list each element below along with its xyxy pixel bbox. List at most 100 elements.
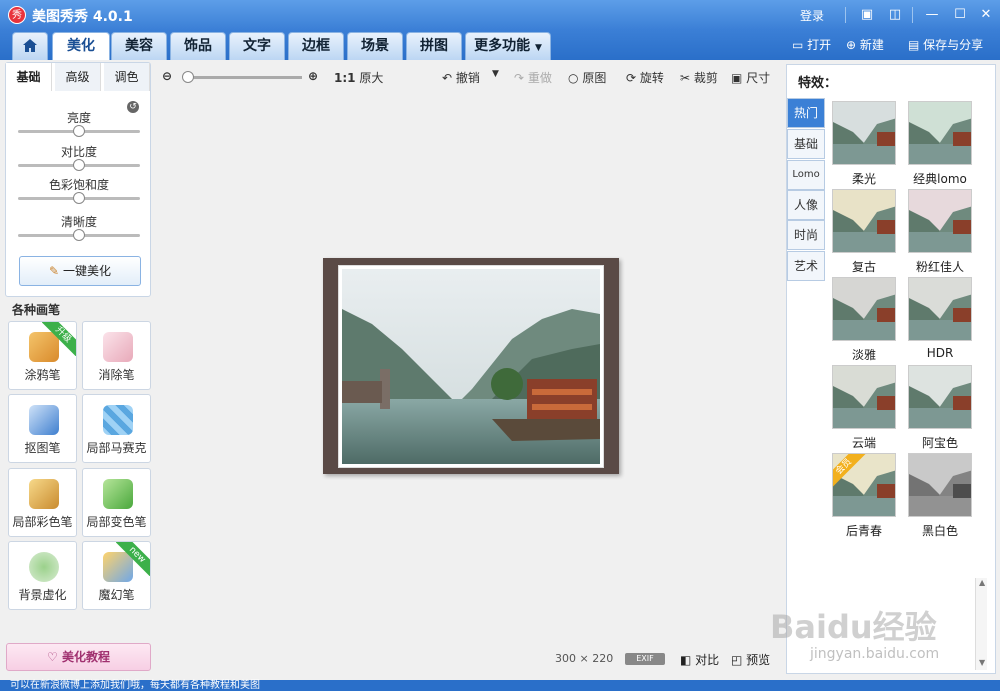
- rotate-button[interactable]: ⟳ 旋转: [626, 69, 664, 86]
- brush-eraser[interactable]: 消除笔: [82, 321, 151, 390]
- hand-icon: ♡: [47, 650, 58, 664]
- effect-category-hot[interactable]: 热门: [787, 98, 825, 128]
- tutorial-label: 美化教程: [61, 650, 110, 664]
- brush-bg-blur[interactable]: 背景虚化: [8, 541, 77, 610]
- crop-label: 裁剪: [693, 71, 718, 85]
- effect-thumbnail[interactable]: [832, 101, 896, 165]
- eraser-icon: [103, 332, 133, 362]
- minimize-icon[interactable]: —: [922, 5, 942, 25]
- effects-scrollbar[interactable]: ▲ ▼: [975, 578, 987, 670]
- photo-canvas[interactable]: [342, 269, 600, 464]
- message-icon[interactable]: ▣: [857, 5, 877, 25]
- tab-home[interactable]: [12, 32, 48, 60]
- effect-category-portrait[interactable]: 人像: [787, 190, 825, 220]
- undo-button[interactable]: ↶ 撤销: [442, 69, 480, 86]
- effect-label: 经典lomo: [913, 172, 967, 186]
- subtab-advanced[interactable]: 高级: [55, 63, 101, 91]
- member-badge: 会员: [833, 454, 867, 488]
- zoom-in-icon[interactable]: ⊕: [308, 69, 318, 83]
- one-click-beautify-button[interactable]: ✎ 一键美化: [19, 256, 141, 286]
- effect-category-fashion[interactable]: 时尚: [787, 220, 825, 250]
- effect-thumbnail[interactable]: [908, 453, 972, 517]
- tutorial-button[interactable]: ♡ 美化教程: [6, 643, 151, 671]
- saturation-knob[interactable]: [73, 192, 85, 204]
- zoom-knob[interactable]: [182, 71, 194, 83]
- brush-label: 涂鸦笔: [24, 368, 61, 382]
- tab-border[interactable]: 边框: [288, 32, 344, 60]
- blur-icon: [29, 552, 59, 582]
- preview-button[interactable]: ◰ 预览: [731, 651, 770, 668]
- scroll-down-icon[interactable]: ▼: [979, 658, 985, 667]
- divider: [912, 7, 913, 23]
- plus-icon: ⊕: [846, 38, 857, 52]
- compare-icon: ◧: [680, 653, 692, 667]
- undo-dropdown-icon[interactable]: ▼: [492, 69, 499, 79]
- brightness-label: 亮度: [66, 111, 91, 125]
- effect-category-art[interactable]: 艺术: [787, 251, 825, 281]
- zoom-ratio: 1:1: [334, 71, 356, 85]
- effect-thumbnail[interactable]: [908, 101, 972, 165]
- brush-doodle[interactable]: 升级 涂鸦笔: [8, 321, 77, 390]
- circle-icon: ○: [568, 71, 579, 85]
- tab-scene[interactable]: 场景: [347, 32, 403, 60]
- skin-icon[interactable]: ◫: [885, 5, 905, 25]
- effect-thumbnail[interactable]: [832, 189, 896, 253]
- brush-cutout[interactable]: 抠图笔: [8, 394, 77, 463]
- cutout-pen-icon: [29, 405, 59, 435]
- new-button[interactable]: ⊕ 新建: [846, 36, 884, 53]
- save-icon: ▤: [908, 38, 920, 52]
- subtab-color[interactable]: 调色: [104, 63, 150, 91]
- effect-label: 柔光: [851, 172, 876, 186]
- effect-category-lomo[interactable]: Lomo: [787, 160, 825, 190]
- effect-category-basic[interactable]: 基础: [787, 129, 825, 159]
- watermark-url: jingyan.baidu.com: [810, 646, 940, 662]
- divider: [845, 7, 846, 23]
- compare-button[interactable]: ◧ 对比: [680, 651, 719, 668]
- brush-local-color[interactable]: 局部彩色笔: [8, 468, 77, 537]
- effect-thumbnail[interactable]: [908, 277, 972, 341]
- zoom-slider[interactable]: [184, 76, 302, 79]
- effect-thumbnail[interactable]: 会员: [832, 453, 896, 517]
- effect-label: 黑白色: [921, 524, 958, 538]
- color-brush-icon: [29, 479, 59, 509]
- zoom-out-icon[interactable]: ⊖: [162, 69, 172, 83]
- tab-collage[interactable]: 拼图: [406, 32, 462, 60]
- effect-label: HDR: [926, 346, 954, 360]
- subtab-basic[interactable]: 基础: [6, 63, 52, 91]
- effect-preview-image: [909, 454, 971, 516]
- tab-accessories[interactable]: 饰品: [170, 32, 226, 60]
- brightness-knob[interactable]: [73, 125, 85, 137]
- redo-label: 重做: [527, 71, 552, 85]
- effect-thumbnail[interactable]: [908, 189, 972, 253]
- redo-button[interactable]: ↷ 重做: [514, 69, 552, 86]
- brush-mosaic[interactable]: 局部马赛克: [82, 394, 151, 463]
- scroll-up-icon[interactable]: ▲: [979, 578, 985, 587]
- undo-icon: ↶: [442, 71, 453, 85]
- open-button[interactable]: ▭ 打开: [792, 36, 831, 53]
- effect-thumbnail[interactable]: [832, 365, 896, 429]
- crop-button[interactable]: ✂ 裁剪: [680, 69, 718, 86]
- tab-text[interactable]: 文字: [229, 32, 285, 60]
- save-share-button[interactable]: ▤ 保存与分享: [908, 36, 983, 53]
- effect-thumbnail[interactable]: [908, 365, 972, 429]
- rotate-icon: ⟳: [626, 71, 637, 85]
- contrast-knob[interactable]: [73, 159, 85, 171]
- maximize-icon[interactable]: ☐: [950, 5, 970, 25]
- original-button[interactable]: ○ 原图: [568, 69, 606, 86]
- sharpness-knob[interactable]: [73, 229, 85, 241]
- close-icon[interactable]: ✕: [976, 5, 996, 25]
- login-link[interactable]: 登录: [800, 7, 824, 24]
- save-share-label: 保存与分享: [923, 38, 984, 52]
- effect-label: 后青春: [845, 524, 882, 538]
- brush-recolor[interactable]: 局部变色笔: [82, 468, 151, 537]
- original-size-button[interactable]: 1:1 原大: [334, 69, 383, 86]
- tab-more[interactable]: 更多功能 ▼: [465, 32, 551, 60]
- exif-button[interactable]: EXIF: [625, 653, 665, 665]
- resize-button[interactable]: ▣ 尺寸: [731, 69, 770, 86]
- brush-magic[interactable]: new 魔幻笔: [82, 541, 151, 610]
- effect-label: 粉红佳人: [915, 260, 964, 274]
- tab-beauty[interactable]: 美容: [111, 32, 167, 60]
- effect-preview-image: [909, 278, 971, 340]
- tab-beautify[interactable]: 美化: [52, 32, 110, 60]
- effect-thumbnail[interactable]: [832, 277, 896, 341]
